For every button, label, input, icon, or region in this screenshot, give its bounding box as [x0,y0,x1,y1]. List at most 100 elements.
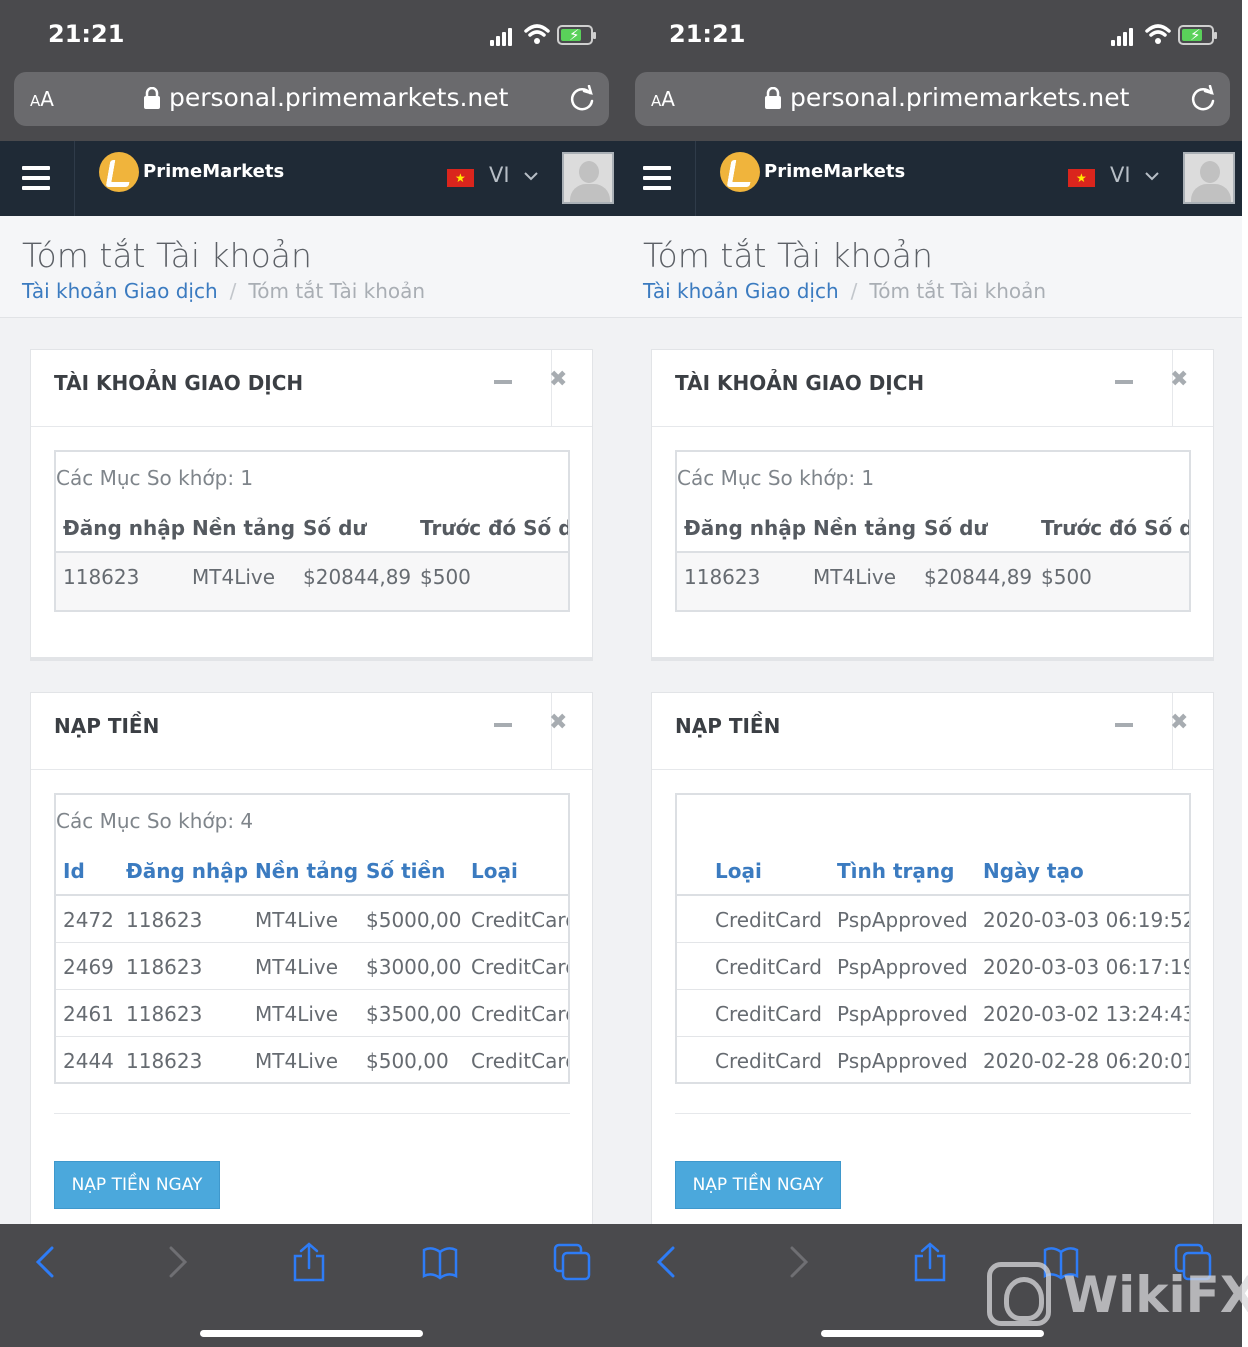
cell-created-date: 2020-03-03 06:19:52 [983,908,1191,932]
column-header-platform[interactable]: Nền tảng [192,516,295,540]
cell-type: CreditCard [471,955,570,979]
cell-login: 118623 [126,1049,203,1073]
column-header-created-date[interactable]: Ngày tạo [983,859,1084,883]
tabs-icon[interactable] [552,1242,592,1282]
panel-header: NẠP TIỀN ✖ [652,693,1213,770]
breadcrumb-link-trading-account[interactable]: Tài khoản Giao dịch [22,279,218,303]
cell-login: 118623 [126,955,203,979]
column-header-balance[interactable]: Số dư [303,516,367,540]
share-icon[interactable] [910,1242,950,1282]
close-icon[interactable]: ✖ [1170,367,1188,392]
signal-icon [1111,26,1139,46]
reload-icon[interactable] [569,85,595,113]
panel-header: TÀI KHOẢN GIAO DỊCH ✖ [31,350,592,427]
cell-amount: $5000,00 [366,908,462,932]
cell-amount: $3500,00 [366,1002,462,1026]
breadcrumb-current: Tóm tắt Tài khoản [869,279,1047,303]
text-size-button[interactable]: AA [651,87,675,111]
panel-header: TÀI KHOẢN GIAO DỊCH ✖ [652,350,1213,427]
user-avatar[interactable] [1183,152,1235,204]
primemarkets-logo-icon[interactable] [720,152,760,192]
user-avatar[interactable] [562,152,614,204]
column-header-login[interactable]: Đăng nhập [63,516,185,540]
close-icon[interactable]: ✖ [1170,710,1188,735]
vietnam-flag-icon[interactable]: ★ [447,169,474,187]
address-bar[interactable]: AA personal.primemarkets.net [635,72,1230,126]
cell-status: PspApproved [837,908,968,932]
home-indicator[interactable] [200,1330,423,1337]
back-icon[interactable] [26,1242,66,1282]
text-size-button[interactable]: AA [30,87,54,111]
deposit-now-button[interactable]: NẠP TIỀN NGAY [54,1161,220,1209]
home-indicator[interactable] [821,1330,1044,1337]
hamburger-menu-icon[interactable] [643,166,671,190]
column-header-previous-balance[interactable]: Trước đó Số dư [1041,516,1189,540]
column-header-platform[interactable]: Nền tảng [813,516,916,540]
hamburger-menu-icon[interactable] [22,166,50,190]
header-divider [677,894,1189,896]
trading-account-table: Các Mục So khớp: 1 Đăng nhập Nền tảng Số… [675,450,1191,612]
deposit-now-button[interactable]: NẠP TIỀN NGAY [675,1161,841,1209]
breadcrumb-link-trading-account[interactable]: Tài khoản Giao dịch [643,279,839,303]
cell-id: 2472 [63,908,114,932]
close-icon[interactable]: ✖ [549,710,567,735]
column-header-amount[interactable]: Số tiền [366,859,445,883]
status-bar: 21:21 ⚡ [0,0,621,72]
bookmarks-icon[interactable] [420,1242,460,1282]
forward-icon[interactable] [157,1242,197,1282]
panel-header: NẠP TIỀN ✖ [31,693,592,770]
cell-platform: MT4Live [255,955,339,979]
cell-login: 118623 [126,1002,203,1026]
column-header-login[interactable]: Đăng nhập [684,516,806,540]
share-icon[interactable] [289,1242,329,1282]
back-icon[interactable] [647,1242,687,1282]
minimize-icon[interactable] [1115,380,1133,384]
brand-name[interactable]: PrimeMarkets [143,161,284,182]
wikifx-watermark: WikiFX [987,1262,1248,1328]
chevron-down-icon[interactable] [1144,161,1160,191]
page-header: Tóm tắt Tài khoản Tài khoản Giao dịch / Tó… [0,216,621,318]
panel-title: TÀI KHOẢN GIAO DỊCH [54,371,304,395]
minimize-icon[interactable] [494,380,512,384]
cell-amount: $500,00 [366,1049,449,1073]
column-header-status[interactable]: Tình trạng [837,859,954,883]
column-header-id[interactable]: Id [63,859,85,883]
minimize-icon[interactable] [1115,723,1133,727]
forward-icon[interactable] [778,1242,818,1282]
breadcrumb: Tài khoản Giao dịch / Tóm tắt Tài khoản [22,279,426,303]
column-header-type[interactable]: Loại [715,859,762,883]
reload-icon[interactable] [1190,85,1216,113]
panel-title: NẠP TIỀN [675,714,781,738]
primemarkets-logo-icon[interactable] [99,152,139,192]
browser-toolbar [0,1224,621,1347]
navbar-divider [74,141,75,216]
minimize-icon[interactable] [494,723,512,727]
close-icon[interactable]: ✖ [549,367,567,392]
matches-count: Các Mục So khớp: 4 [56,809,254,833]
language-selector[interactable]: VI [489,163,510,187]
panel-footer-divider [54,1113,570,1114]
column-header-type[interactable]: Loại [471,859,518,883]
site-navbar: PrimeMarkets ★ VI [621,141,1242,216]
column-header-platform[interactable]: Nền tảng [255,859,358,883]
deposit-table: Các Mục So khớp: 4 Id Đăng nhập Nền tảng… [54,793,570,1084]
browser-address-area: AA personal.primemarkets.net [0,72,621,141]
trading-account-table: Các Mục So khớp: 1 Đăng nhập Nền tảng Số… [54,450,570,612]
cell-type: CreditCard [471,908,570,932]
wikifx-logo-icon [987,1262,1051,1326]
battery-icon: ⚡ [1178,25,1217,45]
column-header-previous-balance[interactable]: Trước đó Số dư [420,516,568,540]
language-selector[interactable]: VI [1110,163,1131,187]
column-header-balance[interactable]: Số dư [924,516,988,540]
cell-type: CreditCard [715,908,822,932]
status-time: 21:21 [48,20,125,48]
chevron-down-icon[interactable] [523,161,539,191]
vietnam-flag-icon[interactable]: ★ [1068,169,1095,187]
column-header-login[interactable]: Đăng nhập [126,859,248,883]
brand-name[interactable]: PrimeMarkets [764,161,905,182]
panel-footer-divider [675,1113,1191,1114]
address-bar[interactable]: AA personal.primemarkets.net [14,72,609,126]
cell-login: 118623 [684,565,761,589]
deposit-table-scrolled[interactable]: Số tiền Loại Tình trạng Ngày tạo $5000,0… [675,793,1191,1084]
page-header: Tóm tắt Tài khoản Tài khoản Giao dịch / Tó… [621,216,1242,318]
